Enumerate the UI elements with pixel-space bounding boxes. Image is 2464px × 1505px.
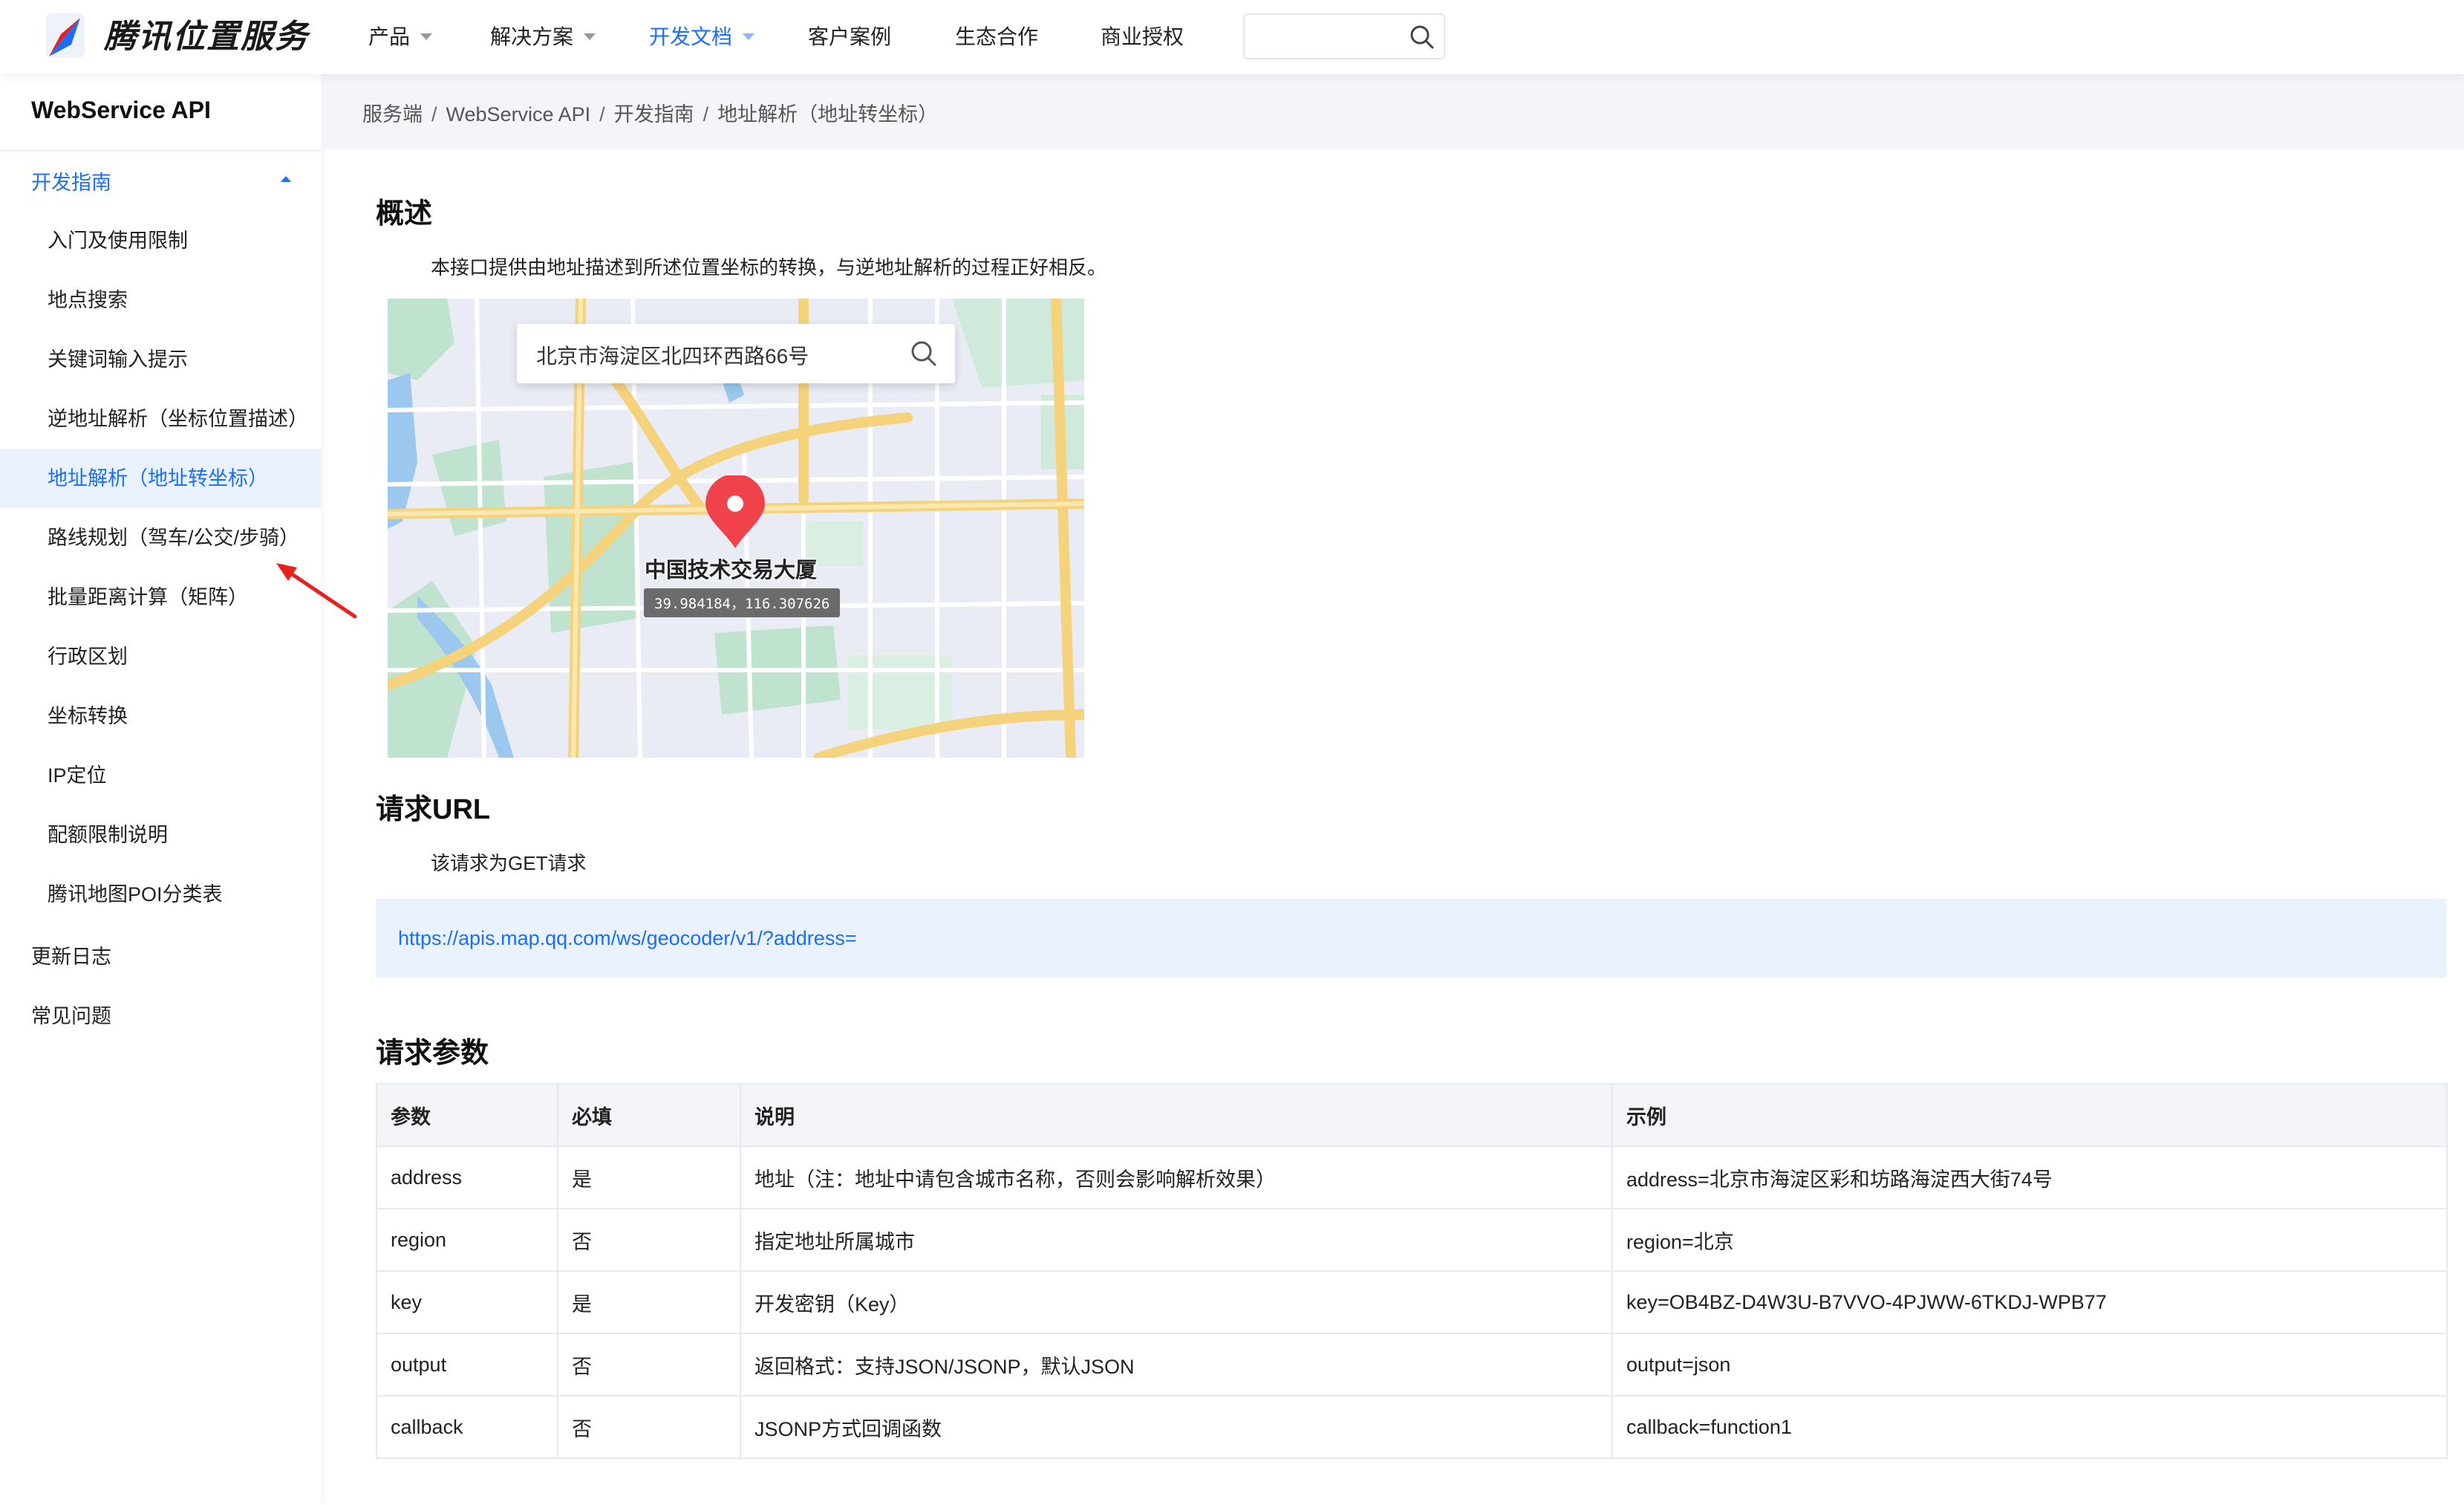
- nav-item-label: 客户案例: [808, 25, 892, 48]
- sidebar-group-dev-guide[interactable]: 开发指南: [31, 166, 111, 195]
- search-box: [1243, 13, 1445, 59]
- map-coordinates-label: 39.984184，116.307626: [644, 588, 841, 617]
- breadcrumb-separator: /: [431, 103, 437, 126]
- breadcrumb-item[interactable]: 开发指南: [614, 103, 694, 126]
- nav-item-dev-docs[interactable]: 开发文档: [649, 0, 755, 74]
- breadcrumb: 服务端 / WebService API / 开发指南 / 地址解析（地址转坐标）: [362, 98, 938, 127]
- sidebar-item-changelog[interactable]: 更新日志: [31, 940, 111, 969]
- table-cell: key: [376, 1270, 558, 1334]
- nav-item-label: 解决方案: [490, 25, 574, 48]
- request-url-link[interactable]: https://apis.map.qq.com/ws/geocoder/v1/?…: [398, 927, 857, 950]
- breadcrumb-current: 地址解析（地址转坐标）: [717, 103, 939, 126]
- params-table: 参数 必填 说明 示例 address 是 地址（注：地址中请包含城市名称，否则…: [376, 1083, 2448, 1459]
- search-icon[interactable]: [1408, 23, 1436, 51]
- sidebar-item-reverse-geocoding[interactable]: 逆地址解析（坐标位置描述）: [0, 389, 321, 449]
- chevron-down-icon: [743, 33, 755, 41]
- table-header-cell: 说明: [740, 1083, 1613, 1147]
- map-search-box: 北京市海淀区北四环西路66号: [517, 324, 955, 383]
- table-header-cell: 示例: [1611, 1083, 2448, 1147]
- table-cell: callback=function1: [1611, 1395, 2448, 1459]
- table-cell: output: [376, 1333, 558, 1397]
- sidebar-item-coord-convert[interactable]: 坐标转换: [0, 686, 321, 746]
- table-cell: address: [376, 1145, 558, 1209]
- section-title-request-url: 请求URL: [376, 794, 491, 825]
- breadcrumb-item[interactable]: WebService API: [446, 103, 591, 126]
- code-block-url: https://apis.map.qq.com/ws/geocoder/v1/?…: [376, 899, 2446, 978]
- table-cell: 否: [557, 1395, 741, 1459]
- nav-item-solutions[interactable]: 解决方案: [490, 0, 596, 74]
- map-search-text: 北京市海淀区北四环西路66号: [536, 345, 809, 368]
- section-title-overview: 概述: [376, 198, 433, 230]
- nav-item-label: 生态合作: [955, 25, 1039, 48]
- section-title-request-params: 请求参数: [376, 1038, 489, 1069]
- chevron-up-icon[interactable]: [281, 176, 291, 182]
- table-cell: 返回格式：支持JSON/JSONP，默认JSON: [740, 1333, 1613, 1397]
- sidebar-item-place-search[interactable]: 地点搜索: [0, 270, 321, 330]
- breadcrumb-separator: /: [703, 103, 709, 126]
- overview-text: 本接口提供由地址描述到所述位置坐标的转换，与逆地址解析的过程正好相反。: [431, 256, 1107, 279]
- table-header-cell: 必填: [557, 1083, 741, 1147]
- sidebar-item-faq[interactable]: 常见问题: [31, 1000, 111, 1029]
- brand-logo-icon[interactable]: [43, 12, 88, 62]
- table-cell: key=OB4BZ-D4W3U-B7VVO-4PJWW-6TKDJ-WPB77: [1611, 1270, 2448, 1334]
- nav-item-cases[interactable]: 客户案例: [808, 0, 891, 74]
- table-header-cell: 参数: [376, 1083, 558, 1147]
- table-row: callback 否 JSONP方式回调函数 callback=function…: [376, 1395, 2448, 1459]
- nav-item-ecosystem[interactable]: 生态合作: [955, 0, 1038, 74]
- nav-item-licensing[interactable]: 商业授权: [1101, 0, 1184, 74]
- sidebar-item-geocoding[interactable]: 地址解析（地址转坐标）: [0, 449, 321, 508]
- table-cell: 指定地址所属城市: [740, 1208, 1613, 1272]
- nav-item-label: 商业授权: [1101, 25, 1184, 48]
- sidebar-item-poi-categories[interactable]: 腾讯地图POI分类表: [0, 865, 321, 924]
- table-cell: 否: [557, 1333, 741, 1397]
- divider: [0, 150, 321, 152]
- table-cell: 否: [557, 1208, 741, 1272]
- table-cell: callback: [376, 1395, 558, 1459]
- sidebar-title: WebService API: [31, 97, 211, 123]
- chevron-down-icon: [584, 33, 596, 41]
- sidebar-item-getting-started[interactable]: 入门及使用限制: [0, 211, 321, 270]
- table-cell: region=北京: [1611, 1208, 2448, 1272]
- sidebar-item-keyword-suggest[interactable]: 关键词输入提示: [0, 330, 321, 389]
- table-row: region 否 指定地址所属城市 region=北京: [376, 1208, 2448, 1272]
- table-cell: 地址（注：地址中请包含城市名称，否则会影响解析效果）: [740, 1145, 1613, 1209]
- chevron-down-icon: [420, 33, 433, 41]
- search-icon: [911, 341, 936, 366]
- table-cell: 是: [557, 1270, 741, 1334]
- sidebar-item-ip-location[interactable]: IP定位: [0, 746, 321, 805]
- map-pin-icon: [705, 475, 765, 548]
- table-row: output 否 返回格式：支持JSON/JSONP，默认JSON output…: [376, 1333, 2448, 1397]
- table-row: key 是 开发密钥（Key） key=OB4BZ-D4W3U-B7VVO-4P…: [376, 1270, 2448, 1334]
- table-cell: 是: [557, 1145, 741, 1209]
- table-header-row: 参数 必填 说明 示例: [376, 1083, 2448, 1147]
- nav-item-label: 开发文档: [649, 25, 733, 48]
- map-place-label: 中国技术交易大厦: [645, 559, 818, 582]
- table-row: address 是 地址（注：地址中请包含城市名称，否则会影响解析效果） add…: [376, 1145, 2448, 1209]
- breadcrumb-separator: /: [599, 103, 605, 126]
- table-cell: 开发密钥（Key）: [740, 1270, 1613, 1334]
- request-url-text: 该请求为GET请求: [431, 852, 587, 874]
- top-navbar: 腾讯位置服务 产品 解决方案 开发文档 客户案例 生态合作 商业授权: [0, 0, 2464, 74]
- search-input[interactable]: [1257, 24, 1401, 52]
- nav-item-product[interactable]: 产品: [368, 0, 433, 74]
- sidebar-item-district[interactable]: 行政区划: [0, 627, 321, 686]
- annotation-arrow-icon: [276, 563, 357, 619]
- table-cell: output=json: [1611, 1333, 2448, 1397]
- table-cell: address=北京市海淀区彩和坊路海淀西大街74号: [1611, 1145, 2448, 1209]
- breadcrumb-item[interactable]: 服务端: [362, 103, 423, 126]
- brand-name[interactable]: 腾讯位置服务: [104, 15, 309, 59]
- table-cell: region: [376, 1208, 558, 1272]
- breadcrumb-bar: 服务端 / WebService API / 开发指南 / 地址解析（地址转坐标）: [321, 74, 2464, 149]
- nav-item-label: 产品: [368, 25, 411, 48]
- table-cell: JSONP方式回调函数: [740, 1395, 1613, 1459]
- sidebar-item-quota[interactable]: 配额限制说明: [0, 805, 321, 865]
- sidebar: WebService API 开发指南 入门及使用限制 地点搜索 关键词输入提示…: [0, 74, 357, 1505]
- map-illustration: 北京市海淀区北四环西路66号 中国技术交易大厦 39.984184，116.30…: [388, 299, 1084, 758]
